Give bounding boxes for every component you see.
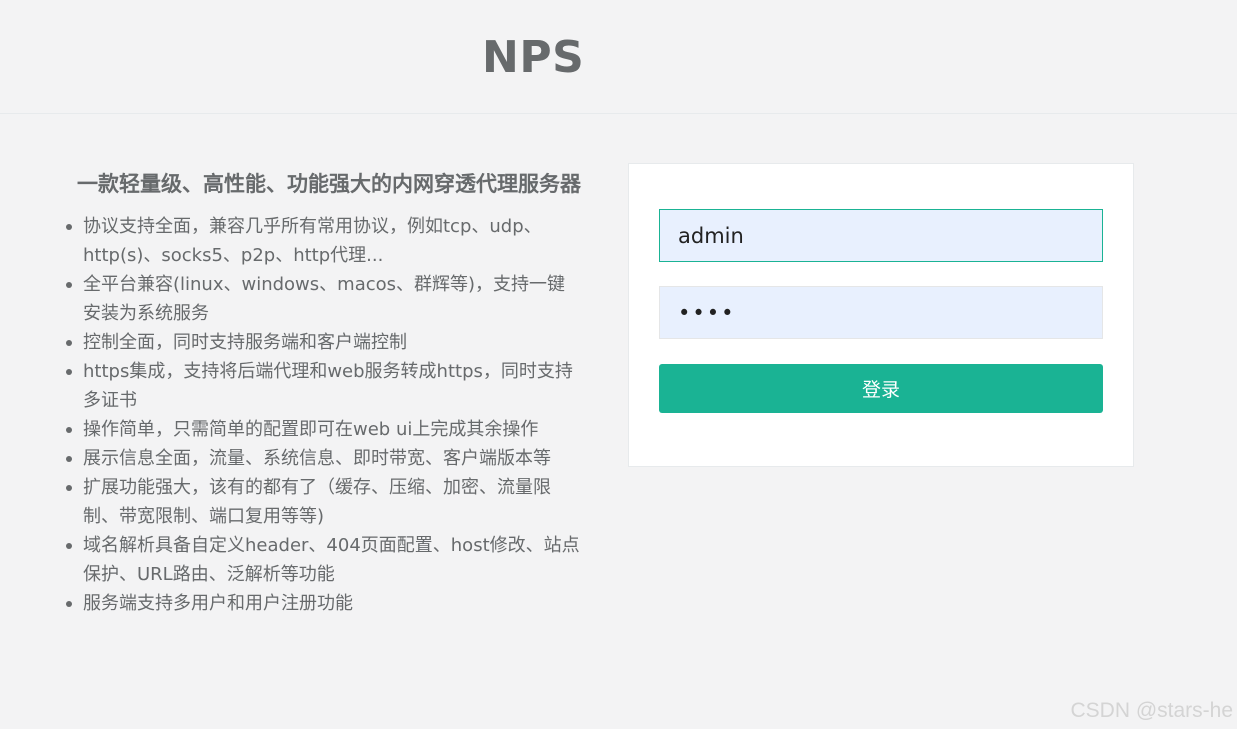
login-button[interactable]: 登录 — [659, 364, 1103, 413]
feature-item: 操作简单，只需简单的配置即可在web ui上完成其余操作 — [66, 415, 583, 444]
bullet-icon — [66, 427, 72, 433]
feature-item: 扩展功能强大，该有的都有了（缓存、压缩、加密、流量限制、带宽限制、端口复用等等) — [66, 473, 583, 531]
bullet-icon — [66, 369, 72, 375]
intro-section: 一款轻量级、高性能、功能强大的内网穿透代理服务器 协议支持全面，兼容几乎所有常用… — [62, 170, 592, 618]
bullet-icon — [66, 340, 72, 346]
feature-text: 域名解析具备自定义header、404页面配置、host修改、站点保护、URL路… — [83, 535, 580, 585]
bullet-icon — [66, 601, 72, 607]
feature-item: 域名解析具备自定义header、404页面配置、host修改、站点保护、URL路… — [66, 531, 583, 589]
feature-text: 服务端支持多用户和用户注册功能 — [83, 593, 353, 614]
bullet-icon — [66, 224, 72, 230]
app-logo: NPS — [482, 32, 585, 83]
tagline: 一款轻量级、高性能、功能强大的内网穿透代理服务器 — [77, 172, 581, 196]
password-input[interactable] — [659, 286, 1103, 339]
feature-item: 服务端支持多用户和用户注册功能 — [66, 589, 583, 618]
login-panel: 登录 — [628, 163, 1134, 467]
feature-text: 协议支持全面，兼容几乎所有常用协议，例如tcp、udp、http(s)、sock… — [83, 216, 542, 266]
watermark: CSDN @stars-he — [1070, 699, 1233, 722]
feature-item: https集成，支持将后端代理和web服务转成https，同时支持多证书 — [66, 357, 583, 415]
bullet-icon — [66, 543, 72, 549]
feature-text: 展示信息全面，流量、系统信息、即时带宽、客户端版本等 — [83, 448, 551, 469]
feature-text: 扩展功能强大，该有的都有了（缓存、压缩、加密、流量限制、带宽限制、端口复用等等) — [83, 477, 551, 527]
bullet-icon — [66, 456, 72, 462]
header: NPS — [0, 0, 1237, 114]
feature-list: 协议支持全面，兼容几乎所有常用协议，例如tcp、udp、http(s)、sock… — [62, 212, 592, 618]
feature-item: 全平台兼容(linux、windows、macos、群辉等)，支持一键安装为系统… — [66, 270, 583, 328]
feature-item: 展示信息全面，流量、系统信息、即时带宽、客户端版本等 — [66, 444, 583, 473]
bullet-icon — [66, 282, 72, 288]
username-input[interactable] — [659, 209, 1103, 262]
feature-text: https集成，支持将后端代理和web服务转成https，同时支持多证书 — [83, 361, 573, 411]
feature-text: 控制全面，同时支持服务端和客户端控制 — [83, 332, 407, 353]
feature-item: 控制全面，同时支持服务端和客户端控制 — [66, 328, 583, 357]
feature-text: 操作简单，只需简单的配置即可在web ui上完成其余操作 — [83, 419, 539, 440]
feature-item: 协议支持全面，兼容几乎所有常用协议，例如tcp、udp、http(s)、sock… — [66, 212, 583, 270]
bullet-icon — [66, 485, 72, 491]
feature-text: 全平台兼容(linux、windows、macos、群辉等)，支持一键安装为系统… — [83, 274, 566, 324]
